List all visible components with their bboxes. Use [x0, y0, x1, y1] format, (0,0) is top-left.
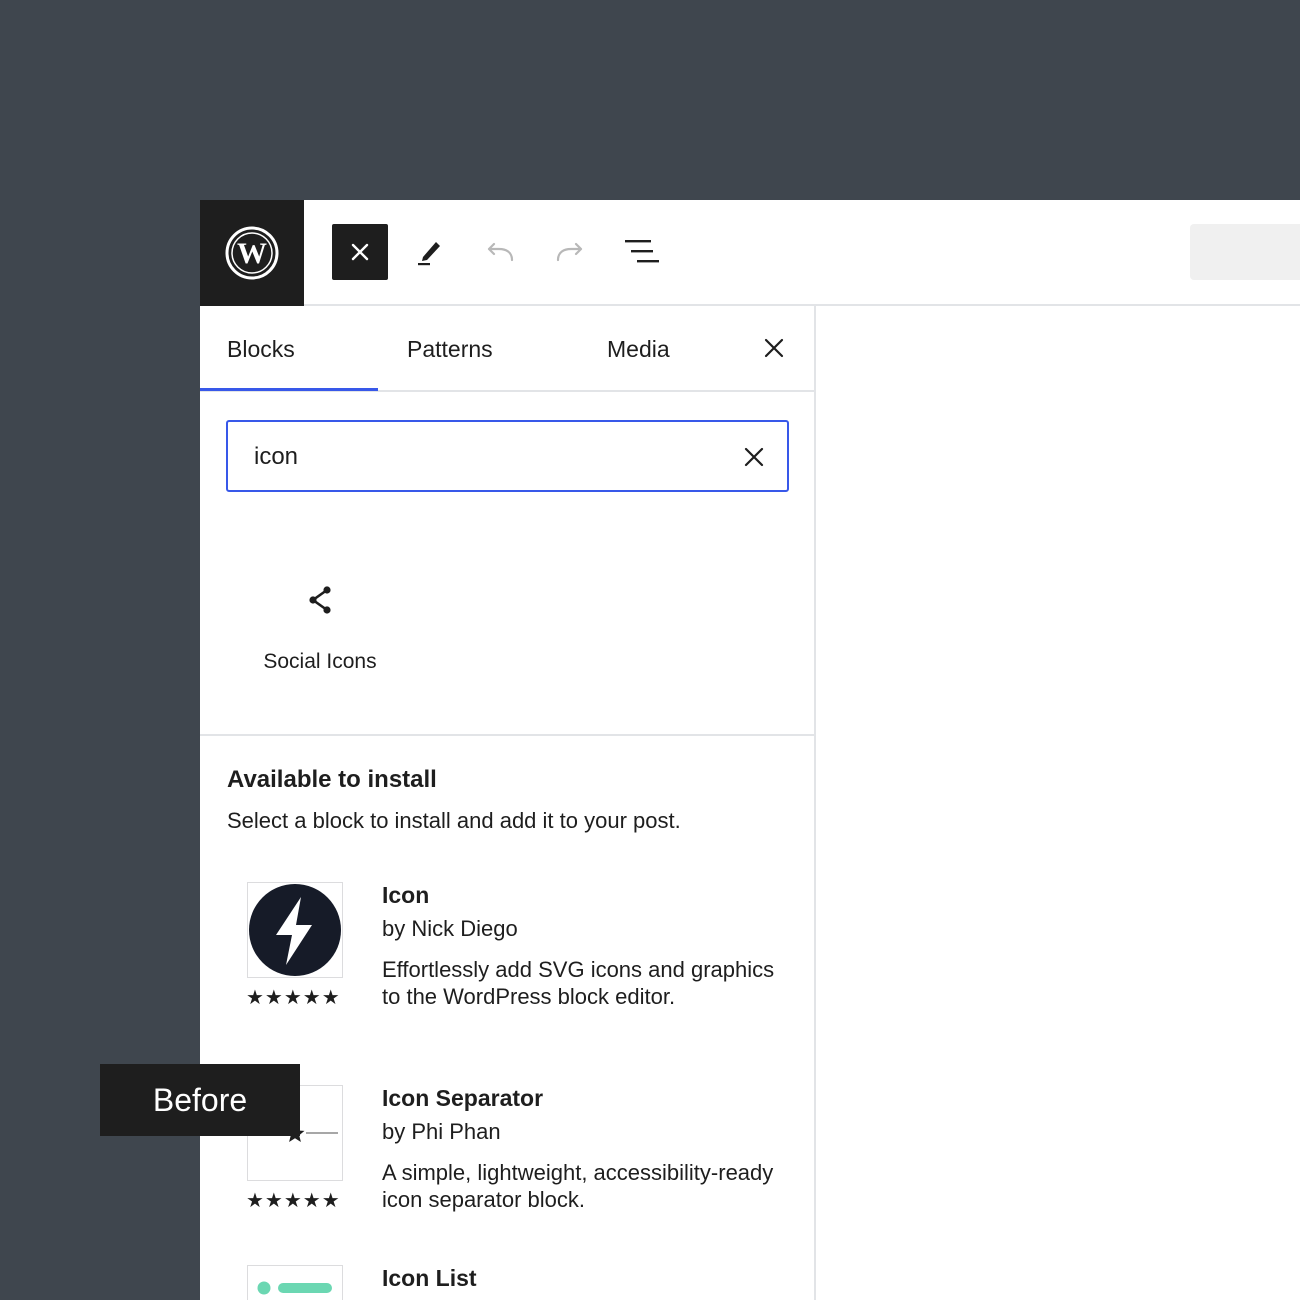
plugin-thumbnail [247, 1265, 343, 1300]
install-section-title: Available to install [227, 766, 437, 793]
close-icon [744, 447, 764, 467]
list-view-icon [625, 240, 659, 263]
undo-button[interactable] [472, 224, 528, 280]
editor-window: W Blocks Patterns Media icon Social Icon… [200, 200, 1300, 1300]
tools-button[interactable] [402, 224, 458, 280]
rating-stars: ★★★★★ [246, 987, 341, 1009]
close-icon [351, 243, 369, 261]
inserter-tabs: Blocks Patterns Media [200, 306, 816, 392]
redo-button[interactable] [542, 224, 598, 280]
wordpress-logo-icon[interactable]: W [200, 200, 304, 306]
share-icon [309, 586, 331, 614]
plugin-description: Effortlessly add SVG icons and graphics … [382, 957, 775, 1009]
before-label: Before [100, 1064, 300, 1136]
close-inserter-button[interactable] [332, 224, 388, 280]
block-search-field [226, 420, 789, 492]
tab-patterns[interactable]: Patterns [407, 306, 493, 392]
undo-icon [487, 242, 514, 262]
editor-toolbar: W [200, 200, 1300, 306]
tab-media[interactable]: Media [607, 306, 670, 392]
tab-blocks[interactable]: Blocks [227, 306, 295, 392]
plugin-author: by Phi Phan [382, 1119, 501, 1144]
block-inserter-panel: Blocks Patterns Media icon Social Icons … [200, 306, 816, 1300]
svg-text:W: W [237, 237, 267, 270]
active-tab-indicator [200, 388, 378, 391]
rating-stars: ★★★★★ [246, 1190, 341, 1212]
install-section-description: Select a block to install and add it to … [227, 808, 681, 833]
plugin-name: Icon [382, 882, 430, 908]
list-icon [257, 1281, 332, 1295]
plugin-description: A simple, lightweight, accessibility-rea… [382, 1160, 774, 1212]
close-icon [764, 338, 784, 358]
clear-search-button[interactable] [736, 439, 772, 475]
search-input[interactable] [254, 440, 694, 474]
plugin-thumbnail [247, 882, 343, 978]
section-divider [200, 734, 814, 736]
plugin-name: Icon List [382, 1265, 477, 1291]
plugin-name: Icon Separator [382, 1085, 544, 1111]
pencil-icon [418, 242, 440, 266]
lightning-icon [249, 884, 341, 976]
block-result-label: Social Icons [263, 650, 377, 673]
redo-icon [556, 242, 583, 262]
block-result-social-icons[interactable]: Social Icons [240, 570, 400, 690]
publish-button[interactable] [1190, 224, 1300, 280]
list-view-button[interactable] [614, 224, 670, 280]
plugin-author: by Nick Diego [382, 916, 518, 941]
close-panel-button[interactable] [756, 330, 792, 366]
